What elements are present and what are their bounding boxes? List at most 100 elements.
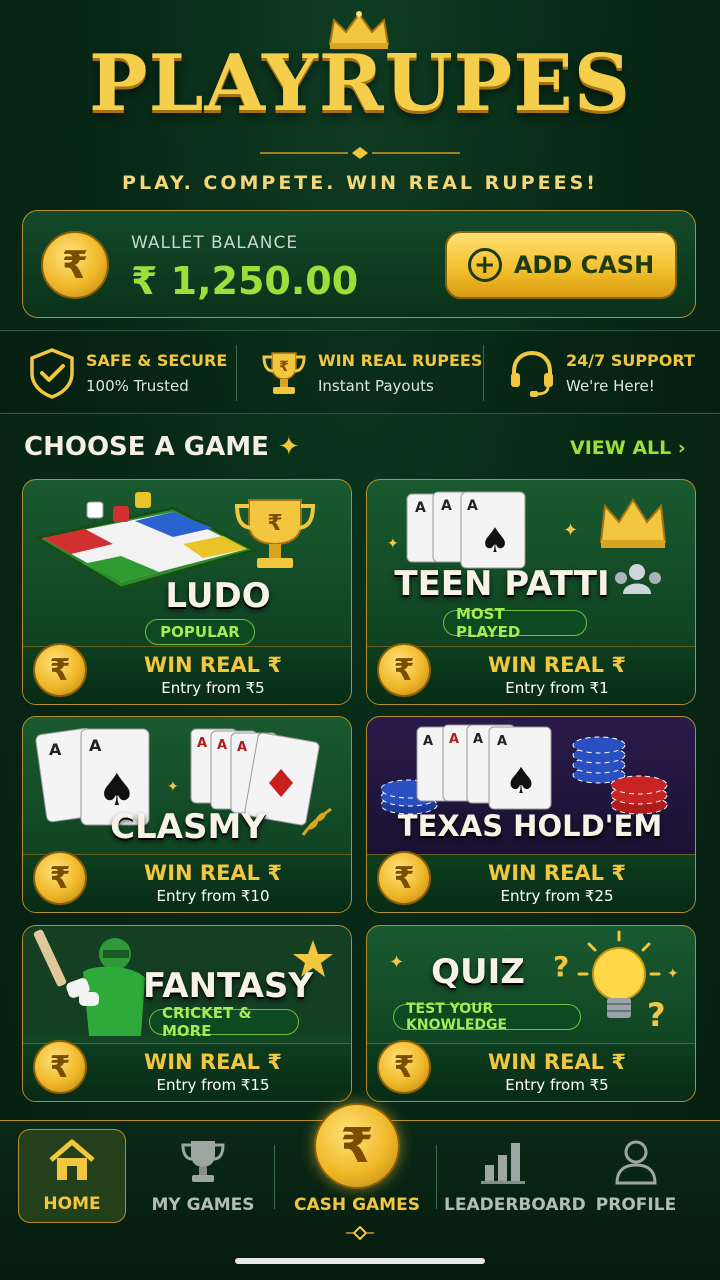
bottom-nav: HOME MY GAMES ₹ CASH GAMES LEADERBOARD P…: [0, 1103, 720, 1280]
svg-text:₹: ₹: [279, 359, 289, 375]
wallet-panel: ₹ WALLET BALANCE ₹ 1,250.00 + ADD CASH: [22, 210, 696, 318]
game-card-fantasy[interactable]: FANTASY CRICKET & MORE ₹ WIN REAL ₹ Entr…: [22, 925, 352, 1102]
view-all-label: VIEW ALL: [570, 437, 672, 459]
feature-title: WIN REAL RUPEES: [318, 351, 483, 370]
trophy-icon: [181, 1141, 225, 1182]
entry-fee: Entry from ₹1: [505, 679, 609, 697]
game-name: TEEN PATTI: [394, 564, 610, 604]
svg-text:A: A: [467, 498, 478, 514]
card-footer: ₹ WIN REAL ₹ Entry from ₹5: [367, 1040, 695, 1101]
nav-cash-games[interactable]: ₹ CASH GAMES: [284, 1103, 430, 1223]
chevron-right-icon: ›: [677, 437, 686, 459]
game-badge: TEST YOUR KNOWLEDGE: [393, 1001, 581, 1033]
card-footer: ₹ WIN REAL ₹ Entry from ₹5: [23, 643, 351, 704]
svg-text:✦: ✦: [167, 779, 179, 795]
game-name: CLASMY: [110, 807, 266, 847]
add-cash-button[interactable]: + ADD CASH: [445, 231, 677, 299]
feature-subtitle: Instant Payouts: [318, 377, 434, 395]
add-cash-label: ADD CASH: [513, 251, 655, 279]
win-label: WIN REAL ₹: [488, 653, 626, 677]
game-card-clasmy[interactable]: A A ♠ A A A ✦ CLASMY ₹ WIN REAL ₹ Entry …: [22, 716, 352, 913]
svg-text:A: A: [197, 736, 207, 751]
bar-chart-icon: [481, 1143, 525, 1184]
win-label: WIN REAL ₹: [488, 861, 626, 885]
rupee-coin-icon: ₹: [377, 1040, 431, 1094]
game-card-ludo[interactable]: ₹ LUDO POPULAR ₹ WIN REAL ₹ Entry from ₹…: [22, 479, 352, 705]
svg-text:✦: ✦: [387, 536, 399, 552]
win-label: WIN REAL ₹: [144, 653, 282, 677]
trophy-icon: ₹: [262, 352, 306, 394]
nav-profile[interactable]: PROFILE: [586, 1129, 686, 1223]
feature-separator: [483, 345, 484, 401]
nav-label: MY GAMES: [151, 1195, 255, 1215]
win-label: WIN REAL ₹: [488, 1050, 626, 1074]
card-footer: ₹ WIN REAL ₹ Entry from ₹25: [367, 851, 695, 912]
rupee-coin-icon: ₹: [33, 1040, 87, 1094]
ludo-board-art: ₹: [32, 492, 316, 590]
wallet-balance: ₹ 1,250.00: [131, 259, 359, 303]
rupee-coin-icon: ₹: [33, 851, 87, 905]
nav-label: CASH GAMES: [294, 1195, 420, 1215]
feature-subtitle: We're Here!: [566, 377, 655, 395]
nav-label: HOME: [43, 1194, 101, 1214]
rupee-coin-icon: ₹: [41, 231, 109, 299]
svg-text:A: A: [415, 500, 426, 516]
header: PLAYRUPES PLAY. COMPETE. WIN REAL RUPEES…: [0, 0, 720, 205]
svg-text:A: A: [497, 734, 507, 749]
svg-text:₹: ₹: [267, 511, 282, 536]
game-badge: CRICKET & MORE: [149, 1004, 299, 1040]
svg-text:A: A: [449, 732, 459, 747]
plus-icon: +: [467, 248, 502, 282]
win-label: WIN REAL ₹: [144, 861, 282, 885]
feature-separator: [236, 345, 237, 401]
entry-fee: Entry from ₹10: [156, 887, 270, 905]
entry-fee: Entry from ₹5: [505, 1076, 609, 1094]
user-icon: [615, 1140, 657, 1185]
svg-text:♠: ♠: [480, 521, 510, 561]
nav-label: PROFILE: [595, 1195, 677, 1215]
game-card-texas-holdem[interactable]: A A A A ♠ TEXAS HOLD'EM ₹ WIN REAL ₹ Ent…: [366, 716, 696, 913]
nav-label: LEADERBOARD: [444, 1195, 586, 1215]
tagline: PLAY. COMPETE. WIN REAL RUPEES!: [122, 172, 598, 194]
rupee-coin-icon: ₹: [314, 1103, 400, 1189]
card-footer: ₹ WIN REAL ₹ Entry from ₹1: [367, 643, 695, 704]
svg-text:?: ?: [647, 996, 666, 1034]
view-all-link[interactable]: VIEW ALL ›: [570, 437, 686, 459]
entry-fee: Entry from ₹15: [156, 1076, 270, 1094]
wallet-label: WALLET BALANCE: [131, 233, 299, 253]
svg-text:A: A: [441, 498, 452, 514]
nav-separator: [274, 1145, 275, 1209]
rupee-coin-icon: ₹: [377, 643, 431, 697]
ornament-divider: [260, 147, 460, 159]
game-name: TEXAS HOLD'EM: [397, 809, 663, 843]
svg-text:A: A: [237, 740, 247, 755]
nav-home[interactable]: HOME: [18, 1129, 126, 1223]
home-icon: [49, 1139, 95, 1180]
feature-title: SAFE & SECURE: [86, 351, 228, 370]
card-footer: ₹ WIN REAL ₹ Entry from ₹10: [23, 851, 351, 912]
nav-my-games[interactable]: MY GAMES: [146, 1129, 260, 1223]
svg-text:✦: ✦: [667, 966, 679, 982]
svg-text:A: A: [89, 736, 102, 755]
home-indicator: [235, 1258, 485, 1264]
game-badge: MOST PLAYED: [443, 605, 587, 641]
svg-text:✦: ✦: [563, 520, 578, 541]
game-card-teen-patti[interactable]: A A A ♠ ✦ ✦ TEEN PATTI MOST PLAYED ₹ WIN…: [366, 479, 696, 705]
nav-leaderboard[interactable]: LEADERBOARD: [444, 1129, 586, 1223]
game-card-quiz[interactable]: ? ? ✦ ✦ QUIZ TEST YOUR KNOWLEDGE ₹ WIN R…: [366, 925, 696, 1102]
feature-support: 24/7 SUPPORT We're Here!: [506, 343, 706, 403]
section-title: CHOOSE A GAME: [24, 432, 269, 462]
game-name: QUIZ: [431, 952, 525, 992]
svg-text:A: A: [423, 734, 433, 749]
svg-text:♠: ♠: [505, 761, 537, 802]
entry-fee: Entry from ₹25: [500, 887, 614, 905]
headset-icon: [511, 350, 553, 397]
feature-title: 24/7 SUPPORT: [566, 351, 695, 370]
nav-separator: [436, 1145, 437, 1209]
game-name: FANTASY: [142, 966, 314, 1006]
svg-text:A: A: [49, 740, 62, 759]
sparkle-icon: ✦: [278, 432, 300, 462]
shield-check-icon: [30, 348, 74, 399]
app-logo: PLAYRUPES: [88, 38, 632, 129]
win-label: WIN REAL ₹: [144, 1050, 282, 1074]
